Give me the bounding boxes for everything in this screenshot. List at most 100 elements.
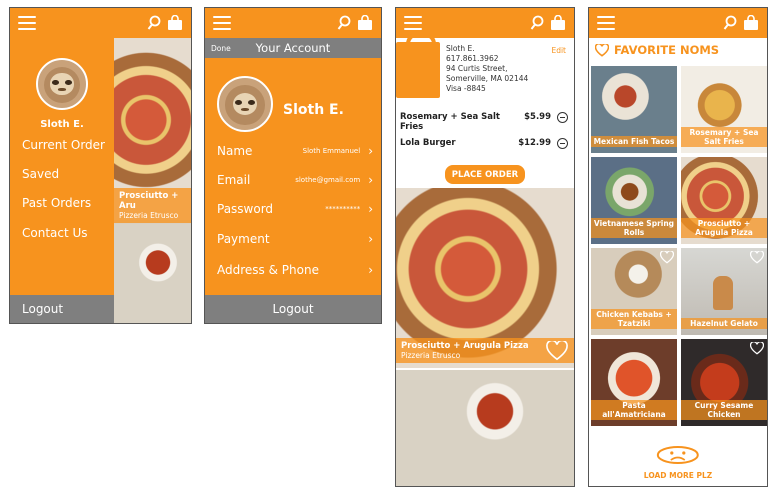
favorite-tile[interactable]: Pasta all'Amatriciana (591, 339, 677, 426)
shopping-bag-icon[interactable] (743, 15, 759, 31)
search-icon[interactable] (530, 15, 544, 31)
heart-icon[interactable] (750, 342, 764, 355)
account-user-name: Sloth E. (283, 102, 344, 118)
chevron-right-icon: › (368, 263, 373, 277)
peek-caption[interactable]: Prosciutto + Aru Pizzeria Etrusco (114, 188, 191, 223)
account-row-address-phone[interactable]: Address & Phone › (217, 263, 373, 277)
page-title: Your Account (255, 41, 331, 55)
favorite-tile[interactable]: Mexican Fish Tacos (591, 66, 677, 153)
sad-face-icon (656, 446, 699, 464)
account-row-email[interactable]: Email slothe@gmail.com › (217, 173, 373, 187)
load-more-button[interactable]: LOAD MORE PLZ (644, 445, 712, 480)
menu-item-past-orders[interactable]: Past Orders (22, 196, 91, 210)
top-bar (10, 8, 191, 38)
row-value: slothe@gmail.com (295, 176, 361, 184)
account-row-name[interactable]: Name Sloth Emmanuel › (217, 144, 373, 158)
user-name: Sloth E. (40, 119, 84, 130)
favorite-tile[interactable]: Curry Sesame Chicken (681, 339, 767, 426)
favorite-tile[interactable]: Hazelnut Gelato (681, 248, 767, 335)
favorite-tile[interactable]: Chicken Kebabs + Tzatziki (591, 248, 677, 335)
top-bar (589, 8, 767, 38)
minus-circle-icon[interactable] (557, 112, 568, 123)
shopping-bag-icon[interactable] (550, 15, 566, 31)
logout-button[interactable]: Logout (205, 295, 381, 323)
favorite-tile[interactable]: Rosemary + Sea Salt Fries (681, 66, 767, 153)
side-menu: Sloth E. Current Order Saved Past Orders… (10, 38, 114, 295)
heart-icon[interactable] (546, 341, 568, 361)
tile-label: Curry Sesame Chicken (681, 400, 767, 420)
load-more-label: LOAD MORE PLZ (643, 471, 713, 480)
tile-label: Hazelnut Gelato (681, 318, 767, 329)
order-item-price: $12.99 (518, 138, 551, 148)
account-body: Sloth E. Name Sloth Emmanuel › Email slo… (205, 58, 381, 295)
feature-caption-title: Prosciutto + Arugula Pizza (401, 341, 529, 351)
order-screen: Sloth E. 617.861.3962 94 Curtis Street, … (395, 7, 575, 487)
place-order-button[interactable]: PLACE ORDER (445, 165, 525, 184)
minus-circle-icon[interactable] (557, 138, 568, 149)
tile-label: Rosemary + Sea Salt Fries (681, 127, 767, 147)
row-label: Address & Phone (217, 263, 319, 277)
account-header: Done Your Account (205, 38, 381, 58)
row-label: Email (217, 173, 251, 187)
top-bar (205, 8, 381, 38)
order-summary: Sloth E. 617.861.3962 94 Curtis Street, … (396, 32, 574, 110)
tacos-photo (396, 370, 574, 486)
heart-icon (595, 43, 609, 57)
menu-item-contact-us[interactable]: Contact Us (22, 226, 88, 240)
order-item: Lola Burger $12.99 (400, 138, 568, 149)
tile-label: Mexican Fish Tacos (591, 136, 677, 147)
search-icon[interactable] (337, 15, 351, 31)
row-label: Password (217, 202, 274, 216)
avatar (36, 58, 88, 110)
page-title: FAVORITE NOMS (614, 43, 720, 57)
feature-caption-subtitle: Pizzeria Etrusco (401, 351, 461, 360)
row-value: ********** (325, 205, 361, 213)
logout-button[interactable]: Logout (10, 295, 114, 323)
account-screen: Done Your Account Sloth E. Name Sloth Em… (204, 7, 382, 324)
edit-address-link[interactable]: Edit (551, 46, 566, 55)
menu-item-current-order[interactable]: Current Order (22, 138, 105, 152)
hamburger-menu-icon[interactable] (18, 16, 36, 30)
address-line: Visa -8845 (446, 84, 486, 93)
menu-screen: Prosciutto + Aru Pizzeria Etrusco Sloth … (9, 7, 192, 324)
chevron-right-icon: › (368, 232, 373, 246)
search-icon[interactable] (723, 15, 737, 31)
tile-label: Pasta all'Amatriciana (591, 400, 677, 420)
account-row-payment[interactable]: Payment › (217, 232, 373, 246)
tile-label: Prosciutto + Arugula Pizza (681, 218, 767, 238)
address-line: 94 Curtis Street, (446, 64, 508, 73)
hamburger-menu-icon[interactable] (404, 16, 422, 30)
tile-label: Chicken Kebabs + Tzatziki (591, 309, 677, 329)
order-item-price: $5.99 (524, 112, 551, 122)
menu-item-saved[interactable]: Saved (22, 167, 59, 181)
tile-label: Vietnamese Spring Rolls (591, 218, 677, 238)
shopping-bag-icon (396, 32, 440, 98)
shopping-bag-icon[interactable] (167, 15, 183, 31)
tacos-photo (114, 224, 191, 323)
order-item: Rosemary + Sea Salt Fries $5.99 (400, 112, 568, 132)
row-label: Name (217, 144, 253, 158)
address-line: Somerville, MA 02144 (446, 74, 529, 83)
hamburger-menu-icon[interactable] (597, 16, 615, 30)
chevron-right-icon: › (368, 173, 373, 187)
avatar (217, 76, 273, 132)
address-line: 617.861.3962 (446, 54, 499, 63)
hamburger-menu-icon[interactable] (213, 16, 231, 30)
peek-feed: Prosciutto + Aru Pizzeria Etrusco (114, 38, 191, 323)
favorites-header: FAVORITE NOMS (589, 38, 767, 62)
delivery-address: Sloth E. 617.861.3962 94 Curtis Street, … (446, 44, 528, 94)
heart-icon[interactable] (660, 251, 674, 264)
favorites-screen: FAVORITE NOMS Mexican Fish Tacos Rosemar… (588, 7, 768, 487)
order-item-name: Rosemary + Sea Salt Fries (400, 112, 500, 132)
row-label: Payment (217, 232, 270, 246)
favorite-tile[interactable]: Prosciutto + Arugula Pizza (681, 157, 767, 244)
account-row-password[interactable]: Password ********** › (217, 202, 373, 216)
chevron-right-icon: › (368, 144, 373, 158)
search-icon[interactable] (147, 15, 161, 31)
peek-caption-title: Prosciutto + Aru (119, 191, 179, 211)
address-line: Sloth E. (446, 44, 475, 53)
shopping-bag-icon[interactable] (357, 15, 373, 31)
order-item-name: Lola Burger (400, 138, 456, 148)
favorite-tile[interactable]: Vietnamese Spring Rolls (591, 157, 677, 244)
heart-icon[interactable] (750, 251, 764, 264)
